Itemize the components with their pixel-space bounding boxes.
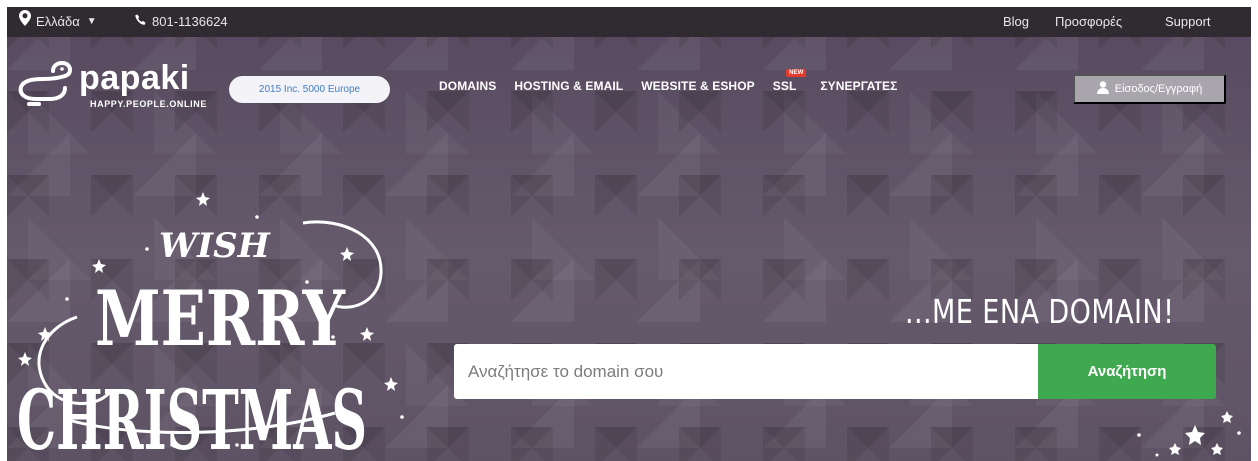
xmas-word-christmas: CHRISTMAS — [17, 373, 367, 461]
nav-ssl-label: SSL — [772, 79, 797, 93]
map-pin-icon — [19, 7, 31, 37]
phone-number: 801-1136624 — [135, 7, 228, 37]
main-nav: DOMAINS HOSTING & EMAIL WEBSITE & ESHOP … — [439, 69, 897, 93]
xmas-word-merry: MERRY — [95, 274, 346, 363]
phone-icon — [135, 7, 147, 37]
caret-down-icon: ▼ — [86, 16, 97, 27]
user-icon — [1096, 81, 1109, 97]
hero-tagline: ...ΜΕ ΕΝΑ DOMAIN! — [905, 292, 1175, 331]
logo-tagline: HAPPY.PEOPLE.ONLINE — [90, 99, 207, 109]
nav-partners[interactable]: ΣΥΝΕΡΓΑΤΕΣ — [820, 79, 897, 93]
nav-ssl[interactable]: SSL NEW — [772, 69, 807, 93]
offers-link[interactable]: Προσφορές — [1055, 7, 1122, 37]
decorative-stars — [1137, 411, 1241, 457]
search-button[interactable]: Αναζήτηση — [1038, 344, 1216, 399]
domain-search-input[interactable] — [454, 344, 1038, 399]
domain-search: Αναζήτηση — [454, 344, 1216, 399]
xmas-word-wish: WISH — [159, 226, 272, 266]
page-frame: Ελλάδα ▼ 801-1136624 Blog Προσφορές Supp… — [7, 7, 1251, 461]
blog-link[interactable]: Blog — [1003, 7, 1029, 37]
nav-website-eshop[interactable]: WEBSITE & ESHOP — [641, 79, 755, 93]
login-label: Είσοδος/Εγγραφή — [1114, 83, 1203, 95]
duck-logo-icon — [18, 61, 73, 106]
merry-christmas-artwork: WISH MERRY CHRISTMAS — [17, 192, 404, 461]
papaki-logo[interactable]: papaki HAPPY.PEOPLE.ONLINE — [17, 55, 217, 117]
award-badge[interactable]: 2015 Inc. 5000 Europe — [229, 76, 390, 103]
phone-label: 801-1136624 — [152, 14, 228, 29]
nav-hosting-email[interactable]: HOSTING & EMAIL — [514, 79, 623, 93]
logo-wordmark: papaki — [79, 59, 190, 97]
login-register-button[interactable]: Είσοδος/Εγγραφή — [1073, 74, 1226, 104]
new-badge: NEW — [786, 69, 807, 77]
country-selector[interactable]: Ελλάδα ▼ — [19, 7, 97, 37]
nav-domains[interactable]: DOMAINS — [439, 79, 496, 93]
support-link[interactable]: Support — [1165, 7, 1211, 37]
top-bar: Ελλάδα ▼ 801-1136624 Blog Προσφορές Supp… — [7, 7, 1251, 37]
country-label: Ελλάδα — [36, 14, 80, 29]
